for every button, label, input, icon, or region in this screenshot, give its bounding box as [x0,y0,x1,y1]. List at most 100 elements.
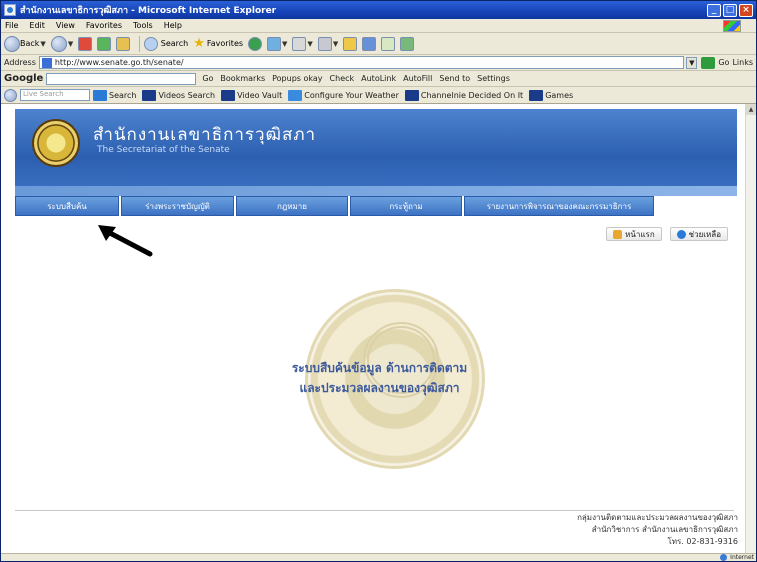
minimize-button[interactable]: _ [707,3,721,17]
maximize-button[interactable]: □ [723,3,737,17]
messenger-icon [381,36,396,51]
close-button[interactable]: × [739,3,753,17]
mail-button[interactable]: ▼ [292,36,313,51]
footer-divider [15,510,734,511]
live-search-button[interactable]: Search [93,89,136,101]
google-settings[interactable]: Settings [477,74,510,83]
google-sendto[interactable]: Send to [439,74,470,83]
tab-bills[interactable]: ร่างพระราชบัญญัติ [121,196,234,216]
menu-file[interactable]: File [5,21,18,30]
messenger-button[interactable] [381,36,396,51]
history-icon [267,36,282,51]
scroll-up-icon[interactable]: ▲ [746,104,756,115]
senate-seal-logo [32,119,80,167]
home-icon [116,36,131,51]
history-button[interactable]: ▼ [267,36,287,51]
live-videos-search[interactable]: Videos Search [142,89,215,101]
home-page-button[interactable]: หน้าแรก [606,227,662,241]
live-toolbar: Live Search Search Videos Search Video V… [1,87,756,104]
page-icon [41,57,52,68]
video-icon [404,89,419,101]
live-logo-icon [4,88,17,102]
home-icon [613,229,623,239]
search-icon [93,89,107,101]
discuss-icon [362,36,377,51]
menu-favorites[interactable]: Favorites [86,21,122,30]
go-button[interactable]: Go [718,58,729,67]
center-heading-line1: ระบบสืบค้นข้อมูล ด้านการติดตาม [291,361,468,375]
address-url: http://www.senate.go.th/senate/ [54,58,184,67]
page-viewport: สำนักงานเลขาธิการวุฒิสภา The Secretariat… [1,104,746,555]
favorites-button[interactable]: ★ Favorites [193,36,243,51]
windows-logo-icon [723,19,741,32]
menu-view[interactable]: View [56,21,75,30]
ie-icon [4,4,16,16]
google-logo: Google [4,73,44,84]
help-button[interactable]: ช่วยเหลือ [669,227,728,241]
print-icon [317,36,332,51]
star-icon: ★ [193,36,205,51]
google-autofill[interactable]: AutoFill [403,74,432,83]
live-games[interactable]: Games [529,89,573,101]
tab-committee-reports[interactable]: รายงานการพิจารณาของคณะกรรมาธิการ [464,196,654,216]
search-button[interactable]: Search [144,36,188,51]
stop-button[interactable] [78,36,93,51]
menu-help[interactable]: Help [164,21,182,30]
stop-icon [78,36,93,51]
tab-laws[interactable]: กฎหมาย [236,196,348,216]
search-icon [144,36,159,51]
back-button[interactable]: Back ▼ [4,35,46,52]
google-popups[interactable]: Popups okay [272,74,322,83]
page-footer: กลุ่มงานติดตามและประมวลผลงานของวุฒิสภา ส… [577,512,738,548]
tab-questions[interactable]: กระทู้ถาม [350,196,462,216]
live-weather[interactable]: Configure Your Weather [288,89,399,101]
live-channel[interactable]: Channelnie Decided On It [404,89,523,101]
forward-button[interactable]: ▼ [50,35,73,52]
status-bar: Internet [1,553,756,561]
home-button[interactable] [116,36,131,51]
address-input[interactable]: http://www.senate.go.th/senate/ [38,56,685,69]
print-button[interactable]: ▼ [317,36,338,51]
address-bar: Address http://www.senate.go.th/senate/ … [1,55,756,71]
forward-arrow-icon [50,35,67,52]
live-search-input[interactable]: Live Search [20,89,90,101]
go-arrow-icon[interactable] [701,56,716,69]
nav-tabs: ระบบสืบค้น ร่างพระราชบัญญัติ กฎหมาย กระท… [15,196,737,216]
google-go-button[interactable]: Go [202,74,213,83]
footer-line-3: โทร. 02-831-9316 [667,537,738,546]
discuss-button[interactable] [362,36,377,51]
footer-line-1: กลุ่มงานติดตามและประมวลผลงานของวุฒิสภา [577,513,738,522]
live-video-vault[interactable]: Video Vault [221,89,282,101]
media-icon [248,36,263,51]
folder-button[interactable] [343,36,358,51]
globe-icon [720,554,728,561]
refresh-button[interactable] [97,36,112,51]
footer-line-2: สำนักวิชาการ สำนักงานเลขาธิการวุฒิสภา [591,525,738,534]
tool-button[interactable] [400,36,415,51]
menu-bar: File Edit View Favorites Tools Help [1,19,756,33]
pointer-arrow-annotation [98,225,153,257]
google-bookmarks[interactable]: Bookmarks [220,74,265,83]
menu-edit[interactable]: Edit [29,21,45,30]
google-autolink[interactable]: AutoLink [361,74,396,83]
links-button[interactable]: Links [732,58,753,67]
page-title: สำนักงานเลขาธิการวุฒิสภา [93,125,317,145]
google-toolbar: Google Go Bookmarks Popups okay Check Au… [1,71,756,87]
address-dropdown[interactable]: ▼ [686,56,698,69]
menu-tools[interactable]: Tools [133,21,153,30]
google-check[interactable]: Check [330,74,355,83]
google-search-input[interactable] [46,72,197,85]
standard-toolbar: Back ▼ ▼ Search ★ Favorites ▼ ▼ ▼ [1,33,756,55]
window-title: สำนักงานเลขาธิการวุฒิสภา - Microsoft Int… [20,6,277,16]
center-heading-line2: และประมวลผลงานของวุฒิสภา [299,381,460,395]
address-label: Address [4,58,36,67]
mail-icon [292,36,307,51]
media-button[interactable] [248,36,263,51]
vertical-scrollbar[interactable]: ▲ [745,104,756,555]
tab-search-system[interactable]: ระบบสืบค้น [15,196,119,216]
security-zone: Internet [720,554,754,561]
games-icon [529,89,544,101]
title-bar: สำนักงานเลขาธิการวุฒิสภา - Microsoft Int… [1,1,756,19]
tool-icon [400,36,415,51]
browser-window: สำนักงานเลขาธิการวุฒิสภา - Microsoft Int… [0,0,757,562]
